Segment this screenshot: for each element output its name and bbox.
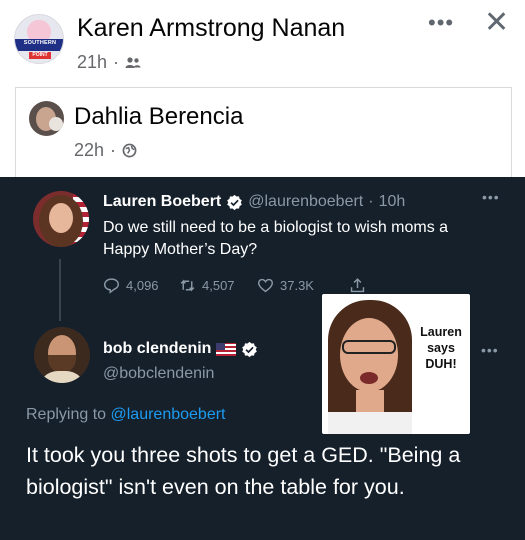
meme-image: Lauren says DUH! — [322, 294, 470, 434]
shared-author-name[interactable]: Dahlia Berencia — [74, 103, 243, 131]
heart-icon — [257, 278, 274, 293]
tweet-text: Do we still need to be a biologist to wi… — [103, 219, 449, 258]
post-time[interactable]: 21h — [77, 52, 107, 73]
meme-top — [328, 412, 412, 434]
avatar-mark — [49, 117, 63, 131]
meme-glasses — [342, 340, 396, 354]
reply-author-handle: @bobclendenin — [103, 365, 215, 382]
replying-to-mention: @laurenboebert — [110, 406, 226, 423]
tweet-actions: 4,096 4,507 37.3K — [103, 277, 369, 294]
reply-author-line: bob clendenin — [103, 340, 258, 358]
tweet-screenshot[interactable]: Lauren Boebert @laurenboebert · 10h ••• … — [0, 177, 525, 540]
reply-text: It took you three shots to get a GED. "B… — [26, 443, 461, 499]
reply-author-name: bob clendenin — [103, 340, 212, 357]
post-meta: 21h · — [77, 52, 141, 73]
reply-author-avatar — [34, 327, 90, 383]
post-header: SOUTHERN POINT Karen Armstrong Nanan 21h… — [0, 0, 525, 78]
reply-icon — [103, 278, 120, 294]
friends-icon — [125, 56, 141, 68]
meta-separator: · — [110, 140, 117, 160]
author-avatar[interactable]: SOUTHERN POINT — [14, 14, 64, 64]
tweet-author-name: Lauren Boebert — [103, 193, 222, 210]
globe-icon — [122, 143, 137, 158]
meme-mouth — [360, 372, 378, 384]
replying-to: Replying to @laurenboebert — [26, 406, 225, 424]
share-action — [349, 277, 369, 294]
reply-action: 4,096 — [103, 277, 179, 294]
more-horizontal-icon[interactable]: ••• — [428, 10, 454, 36]
close-icon[interactable]: ✕ — [484, 8, 509, 38]
meme-caption: Lauren says DUH! — [420, 325, 462, 371]
avatar-shirt — [38, 371, 86, 383]
tweet-more-icon: ••• — [482, 189, 500, 205]
shared-post-card: Dahlia Berencia 22h · — [15, 87, 512, 177]
retweet-count: 4,507 — [202, 278, 235, 293]
shared-author-avatar[interactable] — [29, 101, 64, 136]
replying-to-prefix: Replying to — [26, 406, 107, 423]
tweet-author-line: Lauren Boebert @laurenboebert · 10h — [103, 193, 405, 211]
shared-post-time[interactable]: 22h — [74, 140, 104, 161]
retweet-action: 4,507 — [179, 277, 257, 294]
verified-badge-icon — [242, 341, 258, 357]
like-count: 37.3K — [280, 278, 314, 293]
tweet-author-avatar — [33, 191, 89, 247]
avatar-face — [49, 203, 73, 233]
avatar-logo-text: SOUTHERN — [23, 40, 57, 46]
tweet-time: 10h — [378, 193, 406, 210]
like-action: 37.3K — [257, 277, 349, 294]
avatar-ribbon-text: POINT — [32, 52, 48, 58]
thread-line — [59, 259, 61, 321]
share-icon — [350, 278, 365, 293]
us-flag-icon — [216, 342, 237, 356]
verified-badge-icon — [227, 194, 243, 210]
retweet-icon — [180, 279, 195, 292]
author-name[interactable]: Karen Armstrong Nanan — [77, 14, 345, 43]
meta-separator: · — [113, 52, 120, 72]
tweet-author-handle: @laurenboebert — [248, 193, 364, 210]
reply-count: 4,096 — [126, 278, 159, 293]
meta-separator: · — [368, 193, 374, 210]
reply-more-icon: ••• — [481, 342, 499, 358]
shared-post-meta: 22h · — [74, 140, 137, 161]
